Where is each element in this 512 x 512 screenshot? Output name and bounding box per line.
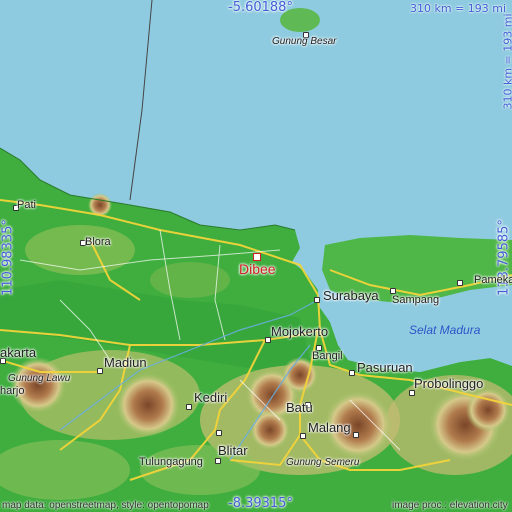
place-label-sampang[interactable]: Sampang bbox=[392, 294, 439, 306]
place-label-pati[interactable]: Pati bbox=[17, 199, 36, 211]
place-label-batu[interactable]: Batu bbox=[286, 400, 313, 415]
main-place-marker[interactable] bbox=[253, 253, 261, 261]
map[interactable]: -5.60188° -8.39315° 110.98335° 113.79585… bbox=[0, 0, 512, 512]
place-marker bbox=[314, 297, 320, 303]
place-label-tulungagung[interactable]: Tulungagung bbox=[139, 456, 203, 468]
place-marker bbox=[216, 430, 222, 436]
map-data-credit: map data: openstreetmap, style: opentopo… bbox=[2, 500, 209, 511]
place-label-madiun[interactable]: Madiun bbox=[104, 355, 147, 370]
place-label-pasuruan[interactable]: Pasuruan bbox=[357, 360, 413, 375]
place-label-gunung-besar[interactable]: Gunung Besar bbox=[272, 36, 337, 47]
latitude-bottom-label: -8.39315° bbox=[228, 496, 293, 511]
place-label-bangil[interactable]: Bangil bbox=[312, 350, 343, 362]
place-label-gunung-semeru[interactable]: Gunung Semeru bbox=[286, 457, 359, 468]
scale-horizontal-label: 310 km = 193 mi bbox=[410, 2, 507, 15]
place-label-blora[interactable]: Blora bbox=[85, 236, 111, 248]
place-label-main[interactable]: Dibee bbox=[239, 261, 276, 277]
place-label-malang[interactable]: Malang bbox=[308, 420, 351, 435]
place-label-gunung-lawu[interactable]: Gunung Lawu bbox=[8, 373, 70, 384]
longitude-left-label: 110.98335° bbox=[0, 219, 16, 296]
place-marker bbox=[300, 433, 306, 439]
place-label-kediri[interactable]: Kediri bbox=[194, 390, 227, 405]
longitude-right-label: 113.79585° bbox=[496, 219, 512, 296]
place-label-probolinggo[interactable]: Probolinggo bbox=[414, 376, 483, 391]
place-label-pamekasan[interactable]: Pameka bbox=[474, 274, 512, 286]
place-label-mojokerto[interactable]: Mojokerto bbox=[271, 324, 328, 339]
place-label-surabaya[interactable]: Surabaya bbox=[323, 288, 379, 303]
latitude-top-label: -5.60188° bbox=[228, 0, 293, 15]
place-marker bbox=[353, 432, 359, 438]
place-label-blitar[interactable]: Blitar bbox=[218, 443, 248, 458]
sea-label-selat-madura: Selat Madura bbox=[409, 323, 481, 337]
place-label-surakarta[interactable]: akarta bbox=[0, 345, 36, 360]
place-marker bbox=[215, 458, 221, 464]
place-label-sukoharjo[interactable]: harjo bbox=[0, 385, 24, 397]
place-marker bbox=[457, 280, 463, 286]
place-marker bbox=[349, 370, 355, 376]
image-processing-credit: image proc.: elevation.city bbox=[392, 500, 508, 511]
place-marker bbox=[97, 368, 103, 374]
scale-vertical-label: 310 km = 193 mi bbox=[501, 13, 512, 110]
place-marker bbox=[186, 404, 192, 410]
